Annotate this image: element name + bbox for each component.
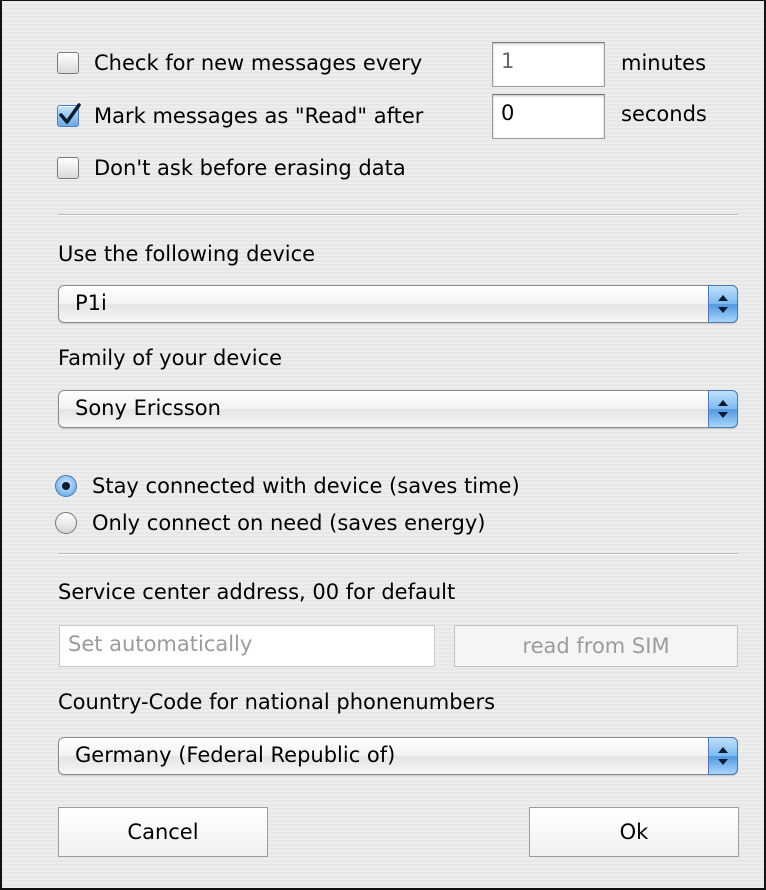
mark-read-label: Mark messages as "Read" after	[94, 104, 424, 128]
minutes-label: minutes	[621, 51, 707, 75]
family-select[interactable]: Sony Ericsson	[58, 390, 738, 428]
dont-ask-erase-label: Don't ask before erasing data	[94, 156, 406, 180]
device-select[interactable]: P1i	[58, 285, 738, 323]
connect-on-need-radio[interactable]	[55, 512, 77, 534]
country-select[interactable]: Germany (Federal Republic of)	[58, 737, 738, 775]
device-label: Use the following device	[58, 242, 316, 266]
separator	[58, 553, 738, 555]
connect-on-need-label: Only connect on need (saves energy)	[92, 511, 486, 535]
family-label: Family of your device	[58, 346, 283, 370]
stay-connected-label: Stay connected with device (saves time)	[92, 474, 520, 498]
checkmark-icon	[59, 103, 81, 124]
chevron-updown-icon	[708, 390, 738, 428]
read-from-sim-button[interactable]: read from SIM	[454, 625, 738, 667]
family-select-value: Sony Ericsson	[75, 396, 221, 420]
ok-button[interactable]: Ok	[529, 807, 739, 857]
seconds-label: seconds	[621, 102, 707, 126]
check-new-messages-checkbox[interactable]	[57, 52, 79, 74]
service-center-label: Service center address, 00 for default	[58, 580, 456, 604]
check-interval-input[interactable]: 1	[492, 42, 605, 87]
country-code-label: Country-Code for national phonenumbers	[58, 690, 496, 714]
country-select-value: Germany (Federal Republic of)	[75, 743, 396, 767]
mark-read-seconds-input[interactable]: 0	[492, 94, 605, 139]
separator	[58, 214, 738, 216]
mark-read-checkbox[interactable]	[57, 103, 81, 127]
dont-ask-erase-checkbox[interactable]	[57, 157, 79, 179]
stay-connected-radio[interactable]	[55, 475, 77, 497]
cancel-button[interactable]: Cancel	[58, 807, 268, 857]
chevron-updown-icon	[708, 737, 738, 775]
chevron-updown-icon	[708, 285, 738, 323]
check-new-messages-label: Check for new messages every	[94, 51, 423, 75]
preferences-dialog: Check for new messages every 1 minutes M…	[0, 0, 766, 890]
device-select-value: P1i	[75, 291, 107, 315]
service-center-input[interactable]: Set automatically	[59, 625, 435, 667]
